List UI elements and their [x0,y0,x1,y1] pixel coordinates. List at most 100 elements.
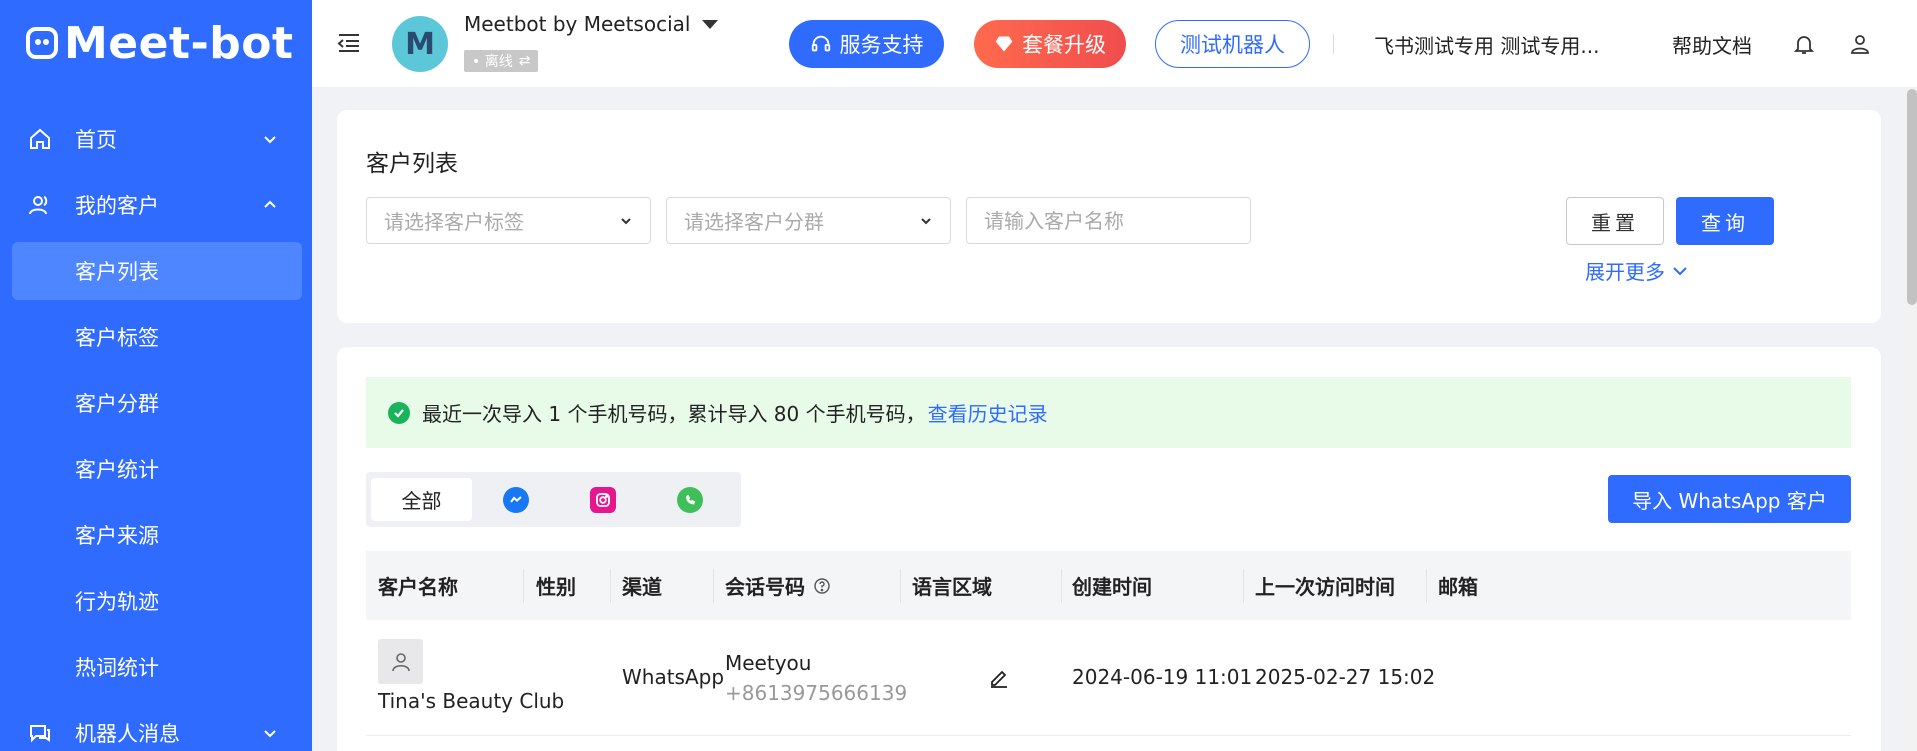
tab-all[interactable]: 全部 [371,478,472,521]
top-header: M Meetbot by Meetsocial • 离线 ⇄ 服务支持 套餐升级… [312,0,1917,87]
help-docs-link[interactable]: 帮助文档 [1672,30,1752,59]
sidebar-subitem-customer-tags[interactable]: 客户标签 [0,304,312,370]
customer-tag-placeholder: 请选择客户标签 [384,210,524,234]
column-header-label: 创建时间 [1072,575,1152,599]
created-time: 2024-06-19 11:01 [1072,665,1253,689]
caret-down-icon [702,19,719,29]
account-switcher[interactable]: Meetbot by Meetsocial [464,12,719,36]
help-circle-icon[interactable] [813,577,831,595]
filter-panel: 客户列表 请选择客户标签 请选择客户分群 重置 查询 展开更多 [337,110,1881,323]
expand-more-link[interactable]: 展开更多 [1585,256,1689,285]
sidebar-item-label: 首页 [75,128,117,152]
customer-list-panel: 最近一次导入 1 个手机号码，累计导入 80 个手机号码， 查看历史记录 全部 … [337,347,1881,751]
chevron-down-icon [264,730,276,738]
customer-tag-select[interactable]: 请选择客户标签 [366,197,651,244]
user-icon[interactable] [1848,32,1872,56]
column-header-session-number[interactable]: 会话号码 [725,551,901,620]
chevron-down-icon [1673,266,1687,275]
customer-name[interactable]: Tina's Beauty Club [378,689,564,713]
workspace-switcher[interactable]: 飞书测试专用 测试专用... [1374,30,1599,59]
logo-text: Meet-bot [64,17,294,69]
sidebar-subitem-hot-words[interactable]: 热词统计 [0,634,312,700]
sidebar-item-bot-messages[interactable]: 机器人消息 [0,700,312,751]
edit-icon[interactable] [988,666,1010,688]
chevron-down-icon [621,218,631,225]
logo-bot-icon [26,27,58,59]
upgrade-button[interactable]: 套餐升级 [974,20,1126,68]
tab-instagram[interactable] [559,478,646,521]
header-divider [1333,34,1334,54]
sidebar-nav: 首页 我的客户 客户列表 客户标签 客户分群 客户统计 客户来源 行为轨迹 热词… [0,106,312,751]
column-header-channel[interactable]: 渠道 [622,551,714,620]
last-visit-time: 2025-02-27 15:02 [1255,665,1436,689]
sidebar-subitem-customer-list[interactable]: 客户列表 [0,238,312,304]
import-notice: 最近一次导入 1 个手机号码，累计导入 80 个手机号码， 查看历史记录 [366,377,1851,448]
customer-name-input[interactable] [966,197,1251,244]
session-phone: +8613975666139 [725,681,908,705]
support-label: 服务支持 [839,33,924,57]
import-whatsapp-button[interactable]: 导入 WhatsApp 客户 [1608,475,1851,523]
column-header-email[interactable]: 邮箱 [1438,551,1638,620]
sidebar-item-my-customers[interactable]: 我的客户 [0,172,312,238]
sidebar-subitem-behavior-track[interactable]: 行为轨迹 [0,568,312,634]
users-icon [28,193,52,217]
table-row[interactable]: Tina's Beauty Club WhatsApp Meetyou +861… [366,620,1851,736]
customer-avatar [378,639,423,684]
customer-channel: WhatsApp [622,665,725,689]
customer-table: 客户名称 性别 渠道 会话号码 语言区域 创建时间 上一次访问时间 邮箱 Tin… [366,551,1851,736]
sidebar-subitem-customer-source[interactable]: 客户来源 [0,502,312,568]
expand-more-label: 展开更多 [1585,260,1665,284]
whatsapp-icon [676,486,703,513]
sidebar-item-home[interactable]: 首页 [0,106,312,172]
column-header-label: 客户名称 [378,575,458,599]
column-header-created[interactable]: 创建时间 [1072,551,1244,620]
column-header-label: 渠道 [622,575,662,599]
sidebar-subitem-label: 热词统计 [75,656,159,680]
page-title: 客户列表 [366,151,458,177]
column-header-label: 会话号码 [725,575,805,599]
view-history-link[interactable]: 查看历史记录 [928,398,1048,427]
upgrade-label: 套餐升级 [1022,33,1106,57]
sidebar-subitem-label: 客户分群 [75,392,159,416]
table-header: 客户名称 性别 渠道 会话号码 语言区域 创建时间 上一次访问时间 邮箱 [366,551,1851,620]
test-bot-button[interactable]: 测试机器人 [1155,20,1310,68]
column-header-gender[interactable]: 性别 [536,551,611,620]
sidebar-subitem-label: 客户来源 [75,524,159,548]
reset-button[interactable]: 重置 [1566,197,1664,245]
bell-icon[interactable] [1792,32,1816,56]
session-name: Meetyou [725,651,812,675]
channel-tabs: 全部 [366,472,741,527]
column-header-name[interactable]: 客户名称 [378,551,524,620]
query-button[interactable]: 查询 [1676,197,1774,245]
sidebar-item-label: 机器人消息 [75,722,180,746]
sidebar-subitem-customer-stats[interactable]: 客户统计 [0,436,312,502]
sidebar-subitem-customer-groups[interactable]: 客户分群 [0,370,312,436]
tab-whatsapp[interactable] [646,478,733,521]
customer-group-select[interactable]: 请选择客户分群 [666,197,951,244]
logo[interactable]: Meet-bot [26,17,294,69]
account-avatar[interactable]: M [392,16,448,72]
sidebar-subitem-label: 行为轨迹 [75,590,159,614]
sidebar-subitem-label: 客户统计 [75,458,159,482]
page-scrollbar[interactable] [1905,87,1917,751]
switch-icon: ⇄ [518,53,531,69]
instagram-icon [589,486,616,513]
sidebar-subitem-label: 客户标签 [75,326,159,350]
sidebar-subitem-label: 客户列表 [75,260,159,284]
chevron-down-icon [921,218,931,225]
scrollbar-thumb[interactable] [1907,89,1917,305]
notice-text: 最近一次导入 1 个手机号码，累计导入 80 个手机号码， [422,402,926,426]
sidebar: Meet-bot 首页 我的客户 客户列表 客户标签 客户分群 客户统计 客户来… [0,0,312,751]
chevron-up-icon [264,200,276,208]
menu-collapse-icon[interactable] [336,30,362,56]
messenger-icon [502,486,529,513]
column-header-label: 语言区域 [912,575,992,599]
chevron-down-icon [264,136,276,144]
column-header-locale[interactable]: 语言区域 [912,551,1062,620]
tab-messenger[interactable] [472,478,559,521]
column-header-last-visit[interactable]: 上一次访问时间 [1255,551,1427,620]
status-text: • 离线 [472,54,513,70]
support-button[interactable]: 服务支持 [789,20,944,68]
column-header-label: 邮箱 [1438,575,1478,599]
column-header-label: 性别 [536,575,576,599]
